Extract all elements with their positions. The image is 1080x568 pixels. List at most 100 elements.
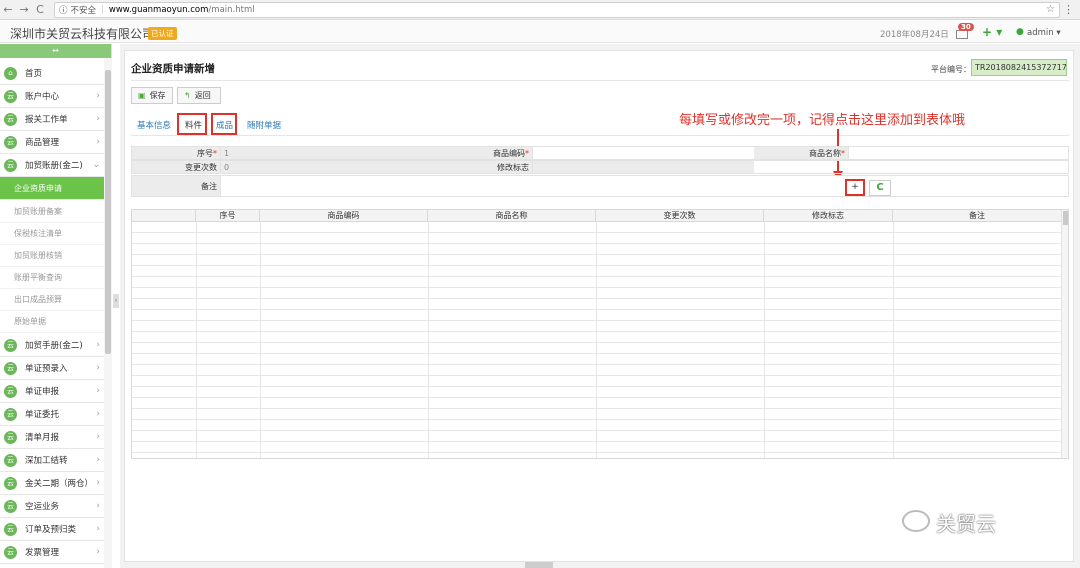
chevron-down-icon: ⌄	[92, 160, 100, 170]
forward-icon[interactable]: →	[16, 3, 32, 16]
refresh-icon[interactable]: C	[869, 180, 891, 196]
browser-menu-icon[interactable]: ⋮	[1063, 3, 1074, 16]
table-row[interactable]	[132, 288, 1062, 299]
table-row[interactable]	[132, 376, 1062, 387]
mail-icon[interactable]	[956, 30, 968, 39]
table-row[interactable]	[132, 365, 1062, 376]
sidebar-item-pre-entry[interactable]: 云 单证预录入 ›	[0, 357, 104, 380]
required-mark: *	[841, 149, 845, 158]
cloud-icon: 云	[4, 361, 17, 375]
save-button[interactable]: ▣ 保存	[131, 87, 173, 104]
table-column-divider	[428, 222, 429, 458]
sidebar-toggle-icon[interactable]: ↔	[0, 44, 111, 58]
remark-textarea[interactable]	[220, 176, 842, 196]
sidebar-item-label: 商品管理	[25, 138, 60, 148]
table-scroll-thumb[interactable]	[1063, 211, 1068, 225]
sidebar-collapse-handle[interactable]: ‹	[113, 294, 119, 308]
user-icon[interactable]: ●	[1016, 27, 1024, 37]
seq-field[interactable]: 1	[220, 147, 439, 159]
table-row[interactable]	[132, 431, 1062, 442]
sidebar-item-orders[interactable]: 云 订单及预归类 ›	[0, 518, 104, 541]
sidebar-item-golden-customs[interactable]: 云 金关二期（两仓） ›	[0, 472, 104, 495]
reload-icon[interactable]: C	[32, 3, 48, 16]
modify-flag-label: 修改标志	[439, 161, 532, 173]
sidebar-sub-verify[interactable]: 加贸账册核销	[0, 245, 104, 267]
table-row[interactable]	[132, 244, 1062, 255]
sidebar-item-label: 金关二期（两仓）	[25, 479, 94, 489]
sidebar-sub-bonded-list[interactable]: 保税核注清单	[0, 223, 104, 245]
change-count-field[interactable]: 0	[220, 161, 439, 173]
cloud-icon: 云	[4, 430, 17, 444]
sidebar-scrollbar[interactable]	[104, 58, 112, 568]
table-row[interactable]	[132, 354, 1062, 365]
chevron-right-icon: ›	[96, 524, 100, 534]
sidebar-item-deep-processing[interactable]: 云 深加工结转 ›	[0, 449, 104, 472]
sidebar-item-processing-account[interactable]: 云 加贸账册(金二) ⌄	[0, 154, 104, 177]
notification-count-badge[interactable]: 30	[958, 23, 974, 31]
sidebar-item-account[interactable]: 云 账户中心 ›	[0, 85, 104, 108]
return-icon: ↰	[184, 91, 191, 100]
table-row[interactable]	[132, 255, 1062, 266]
chevron-right-icon: ›	[96, 455, 100, 465]
sidebar-item-invoices[interactable]: 云 发票管理 ›	[0, 541, 104, 564]
table-row[interactable]	[132, 387, 1062, 398]
back-button[interactable]: ↰ 返回	[177, 87, 221, 104]
sidebar-sub-original-docs[interactable]: 原始单据	[0, 311, 104, 333]
sidebar-item-air-freight[interactable]: 云 空运业务 ›	[0, 495, 104, 518]
table-row[interactable]	[132, 277, 1062, 288]
sidebar-sub-record[interactable]: 加贸账册备案	[0, 201, 104, 223]
table-row[interactable]	[132, 222, 1062, 233]
tab-attachments[interactable]: 随附单据	[247, 119, 281, 131]
sidebar-item-declare[interactable]: 云 单证申报 ›	[0, 380, 104, 403]
platform-number-label: 平台编号：	[931, 65, 971, 74]
sidebar-sub-balance[interactable]: 账册平衡查询	[0, 267, 104, 289]
bottom-resize-handle[interactable]	[525, 562, 553, 568]
table-row[interactable]	[132, 409, 1062, 420]
table-row[interactable]	[132, 332, 1062, 343]
sidebar-item-home[interactable]: ⌂ 首页	[0, 62, 104, 85]
url-path: /main.html	[208, 5, 255, 15]
goods-code-input[interactable]	[532, 147, 754, 159]
table-row[interactable]	[132, 310, 1062, 321]
chevron-right-icon: ›	[96, 386, 100, 396]
table-row[interactable]	[132, 266, 1062, 277]
url-host: www.guanmaoyun.com	[108, 5, 209, 15]
sidebar-scroll-thumb[interactable]	[105, 70, 111, 354]
table-scrollbar[interactable]	[1061, 210, 1068, 458]
seq-label-text: 序号	[197, 149, 213, 158]
cloud-icon: 云	[4, 407, 17, 421]
table-column-divider	[893, 222, 894, 458]
sidebar-item-monthly-report[interactable]: 云 清单月报 ›	[0, 426, 104, 449]
tab-materials[interactable]: 料件	[185, 119, 202, 131]
bookmark-star-icon[interactable]: ☆	[1046, 4, 1055, 15]
sidebar-item-customs-worksheet[interactable]: 云 报关工作单 ›	[0, 108, 104, 131]
platform-number-field: TR20180824153727177	[971, 59, 1067, 76]
info-icon[interactable]: ⓘ	[59, 4, 68, 16]
sidebar-item-goods[interactable]: 云 商品管理 ›	[0, 131, 104, 154]
table-row[interactable]	[132, 420, 1062, 431]
sidebar-sub-export-budget[interactable]: 出口成品预算	[0, 289, 104, 311]
table-row[interactable]	[132, 321, 1062, 332]
table-row[interactable]	[132, 442, 1062, 453]
table-row[interactable]	[132, 343, 1062, 354]
sidebar-item-entrust[interactable]: 云 单证委托 ›	[0, 403, 104, 426]
modify-flag-field[interactable]	[532, 161, 754, 173]
add-row-button[interactable]: +	[845, 179, 865, 196]
form-row-3: 备注	[131, 175, 1069, 197]
tab-basic-info[interactable]: 基本信息	[137, 119, 171, 131]
user-menu[interactable]: admin ▾	[1027, 28, 1061, 38]
chevron-right-icon: ›	[96, 478, 100, 488]
address-bar[interactable]: ⓘ 不安全 | www.guanmaoyun.com /main.html ☆	[54, 2, 1060, 18]
goods-name-input[interactable]	[848, 147, 1068, 159]
add-menu-icon[interactable]: + ▾	[982, 25, 1002, 39]
cloud-icon: 云	[4, 89, 17, 103]
tab-products[interactable]: 成品	[216, 119, 233, 131]
sidebar-sub-qualification[interactable]: 企业资质申请	[0, 177, 104, 200]
sidebar-item-processing-manual[interactable]: 云 加贸手册(金二) ›	[0, 334, 104, 357]
table-row[interactable]	[132, 233, 1062, 244]
table-row[interactable]	[132, 299, 1062, 310]
sidebar-item-label: 账户中心	[25, 92, 60, 102]
back-icon[interactable]: ←	[0, 3, 16, 16]
cloud-icon: 云	[4, 112, 17, 126]
table-row[interactable]	[132, 398, 1062, 409]
